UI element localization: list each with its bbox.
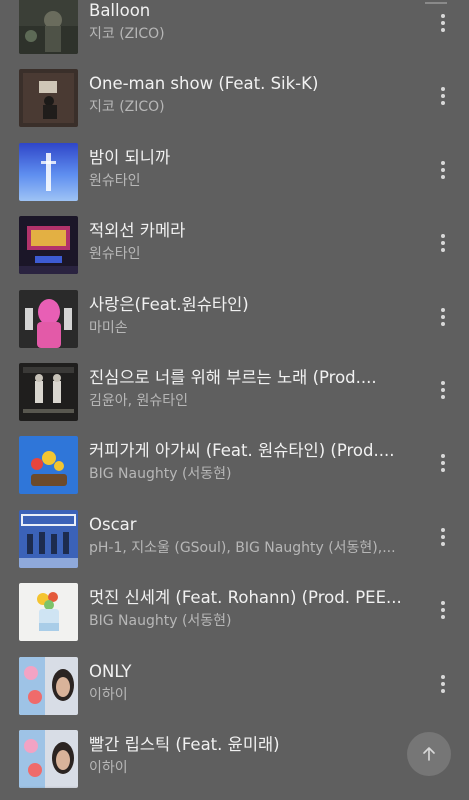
- track-artist: BIG Naughty (서동현): [89, 613, 232, 630]
- track-artist: 마미손: [89, 319, 128, 336]
- more-vertical-icon[interactable]: [429, 8, 457, 38]
- track-artist: 지코 (ZICO): [89, 99, 165, 116]
- album-art: [19, 69, 78, 128]
- track-row[interactable]: One-man show (Feat. Sik-K) 지코 (ZICO): [0, 61, 469, 134]
- album-art: [19, 729, 78, 788]
- track-artist: 김윤아, 원슈타인: [89, 392, 189, 409]
- track-artist: 이하이: [89, 686, 128, 703]
- album-art: [19, 216, 78, 275]
- more-vertical-icon[interactable]: [429, 81, 457, 111]
- playlist-screen: Balloon 지코 (ZICO) One-man show (Feat. Si…: [0, 0, 469, 800]
- album-art: [19, 289, 78, 348]
- more-vertical-icon[interactable]: [429, 155, 457, 185]
- track-row[interactable]: Oscar pH-1, 지소울 (GSoul), BIG Naughty (서동…: [0, 502, 469, 575]
- track-title: ONLY: [89, 661, 132, 681]
- track-artist: 원슈타인: [89, 172, 141, 189]
- track-row[interactable]: 빨간 립스틱 (Feat. 윤미래) 이하이: [0, 722, 469, 795]
- track-row[interactable]: 적외선 카메라 원슈타인: [0, 208, 469, 281]
- more-vertical-icon[interactable]: [429, 669, 457, 699]
- track-title: 멋진 신세계 (Feat. Rohann) (Prod. PEE...: [89, 588, 402, 608]
- album-art: [19, 436, 78, 495]
- more-vertical-icon[interactable]: [429, 448, 457, 478]
- more-vertical-icon[interactable]: [429, 228, 457, 258]
- track-title: 밤이 되니까: [89, 147, 171, 167]
- track-row[interactable]: Balloon 지코 (ZICO): [0, 0, 469, 61]
- bottom-fade: [0, 786, 469, 800]
- track-artist: 지코 (ZICO): [89, 26, 165, 42]
- track-title: 빨간 립스틱 (Feat. 윤미래): [89, 734, 280, 754]
- album-art: [19, 509, 78, 568]
- more-vertical-icon[interactable]: [429, 522, 457, 552]
- album-art: [19, 583, 78, 642]
- track-title: 사랑은(Feat.원슈타인): [89, 294, 249, 314]
- track-row[interactable]: 커피가게 아가씨 (Feat. 원슈타인) (Prod.... BIG Naug…: [0, 428, 469, 501]
- track-artist: pH-1, 지소울 (GSoul), BIG Naughty (서동현),...: [89, 539, 396, 556]
- track-list: Balloon 지코 (ZICO) One-man show (Feat. Si…: [0, 0, 469, 795]
- album-art: [19, 142, 78, 201]
- track-title: Balloon: [89, 1, 151, 20]
- track-artist: BIG Naughty (서동현): [89, 466, 232, 483]
- track-row[interactable]: 밤이 되니까 원슈타인: [0, 135, 469, 208]
- arrow-up-icon: [423, 747, 435, 761]
- track-title: 적외선 카메라: [89, 221, 186, 241]
- track-artist: 원슈타인: [89, 246, 141, 263]
- more-vertical-icon[interactable]: [429, 595, 457, 625]
- more-vertical-icon[interactable]: [429, 302, 457, 332]
- album-art: [19, 0, 78, 54]
- album-art: [19, 362, 78, 421]
- track-title: 진심으로 너를 위해 부르는 노래 (Prod....: [89, 367, 377, 387]
- scroll-to-top-button[interactable]: [407, 732, 451, 776]
- track-row[interactable]: 사랑은(Feat.원슈타인) 마미손: [0, 282, 469, 355]
- track-row[interactable]: 진심으로 너를 위해 부르는 노래 (Prod.... 김윤아, 원슈타인: [0, 355, 469, 428]
- track-row[interactable]: 멋진 신세계 (Feat. Rohann) (Prod. PEE... BIG …: [0, 575, 469, 648]
- track-row[interactable]: ONLY 이하이: [0, 649, 469, 722]
- track-artist: 이하이: [89, 759, 128, 776]
- track-title: One-man show (Feat. Sik-K): [89, 74, 319, 94]
- track-title: Oscar: [89, 514, 137, 534]
- more-vertical-icon[interactable]: [429, 375, 457, 405]
- album-art: [19, 656, 78, 715]
- track-title: 커피가게 아가씨 (Feat. 원슈타인) (Prod....: [89, 441, 395, 461]
